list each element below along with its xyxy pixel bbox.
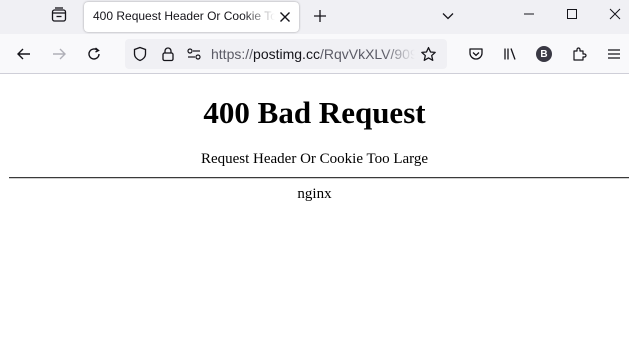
address-bar[interactable]: https://postimg.cc/RqvVkXLV/9099 xyxy=(125,39,447,69)
horizontal-rule xyxy=(9,177,629,179)
url-path: /RqvVkXLV/9099 xyxy=(319,46,415,62)
permissions-icon[interactable] xyxy=(185,45,203,63)
firefox-view-icon[interactable] xyxy=(44,0,74,30)
maximize-icon[interactable] xyxy=(552,0,592,28)
tab-strip: 400 Request Header Or Cookie Too Large xyxy=(0,0,629,34)
navigation-toolbar: https://postimg.cc/RqvVkXLV/9099 B xyxy=(0,34,629,74)
minimize-icon[interactable] xyxy=(509,0,549,28)
tab-title: 400 Request Header Or Cookie Too Large xyxy=(93,9,275,23)
extensions-icon[interactable] xyxy=(565,40,593,68)
reload-icon[interactable] xyxy=(80,40,108,68)
active-tab[interactable]: 400 Request Header Or Cookie Too Large xyxy=(84,2,299,32)
close-tab-icon[interactable] xyxy=(275,7,295,27)
url-host: postimg.cc xyxy=(253,46,320,62)
new-tab-plus-icon[interactable] xyxy=(308,4,332,28)
library-icon[interactable] xyxy=(496,40,524,68)
bookmark-star-icon[interactable] xyxy=(419,45,437,63)
server-name: nginx xyxy=(297,186,332,202)
back-arrow-icon[interactable] xyxy=(10,40,38,68)
pocket-icon[interactable] xyxy=(462,40,490,68)
url-text[interactable]: https://postimg.cc/RqvVkXLV/9099 xyxy=(211,46,415,63)
forward-arrow-icon[interactable] xyxy=(45,40,73,68)
shield-icon[interactable] xyxy=(131,45,149,63)
close-window-icon[interactable] xyxy=(595,0,629,28)
error-detail: Request Header Or Cookie Too Large xyxy=(200,151,429,167)
hamburger-menu-icon[interactable] xyxy=(600,40,628,68)
account-avatar[interactable]: B xyxy=(530,40,558,68)
account-avatar-letter: B xyxy=(536,46,552,62)
error-heading: 400 Bad Request xyxy=(203,95,426,130)
page-content: 400 Bad Request Request Header Or Cookie… xyxy=(0,75,629,357)
lock-icon[interactable] xyxy=(159,45,177,63)
list-tabs-chevron-down-icon[interactable] xyxy=(436,4,460,28)
url-scheme: https:// xyxy=(211,46,254,62)
